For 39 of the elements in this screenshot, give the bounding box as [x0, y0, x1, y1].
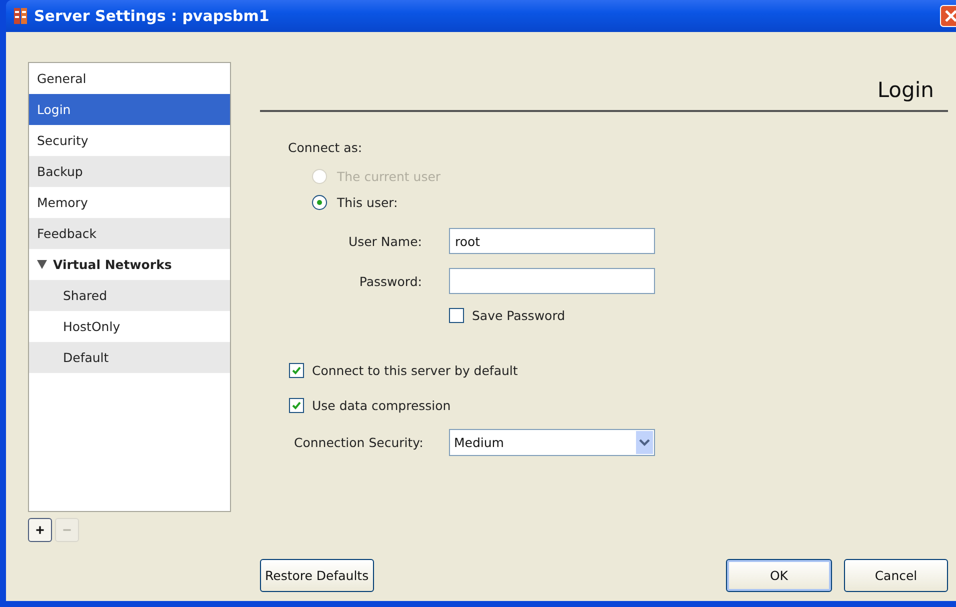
- sidebar-item[interactable]: Backup: [29, 156, 230, 187]
- checkbox-label: Use data compression: [312, 398, 451, 413]
- expanded-arrow-icon[interactable]: [37, 260, 47, 269]
- check-icon: [291, 400, 302, 411]
- caret-icon[interactable]: [636, 431, 653, 454]
- group-item[interactable]: Virtual Networks: [29, 249, 230, 280]
- checkbox[interactable]: [289, 363, 304, 378]
- sidebar-item[interactable]: Login: [29, 94, 230, 125]
- window-title: Server Settings : pvapsbm1: [34, 7, 270, 25]
- sidebar-item[interactable]: Security: [29, 125, 230, 156]
- checkbox-label: Save Password: [472, 308, 566, 323]
- group-label: Connect as:: [288, 140, 364, 155]
- field-label: Password:: [358, 274, 422, 288]
- dropdown[interactable]: Medium: [449, 429, 655, 456]
- sidebar-item[interactable]: HostOnly: [29, 311, 230, 342]
- group-label: Virtual Networks: [53, 257, 172, 272]
- cancel-button[interactable]: Cancel: [844, 559, 948, 592]
- check-icon: [291, 365, 302, 376]
- ok-button[interactable]: OK: [726, 559, 832, 592]
- server-icon: [14, 7, 28, 25]
- sidebar-item[interactable]: Feedback: [29, 218, 230, 249]
- sidebar-item[interactable]: Default: [29, 342, 230, 373]
- sidebar-item[interactable]: General: [29, 63, 230, 94]
- restore-defaults-button[interactable]: Restore Defaults: [260, 559, 374, 592]
- radio-label: This user:: [337, 195, 398, 210]
- checkbox-label: Connect to this server by default: [312, 363, 518, 378]
- sidebar-item[interactable]: Shared: [29, 280, 230, 311]
- section-heading: Login: [260, 62, 948, 112]
- checkbox[interactable]: [289, 398, 304, 413]
- password-field[interactable]: [449, 268, 655, 294]
- checkbox[interactable]: [449, 308, 464, 323]
- close-icon[interactable]: [940, 5, 956, 27]
- field-label: Connection Security:: [294, 435, 424, 450]
- add-button[interactable]: +: [28, 518, 52, 542]
- input-field[interactable]: root: [449, 228, 655, 254]
- sidebar-item[interactable]: Memory: [29, 187, 230, 218]
- radio-label: The current user: [337, 169, 441, 184]
- field-label: User Name:: [347, 234, 422, 248]
- radio-button[interactable]: [312, 195, 327, 210]
